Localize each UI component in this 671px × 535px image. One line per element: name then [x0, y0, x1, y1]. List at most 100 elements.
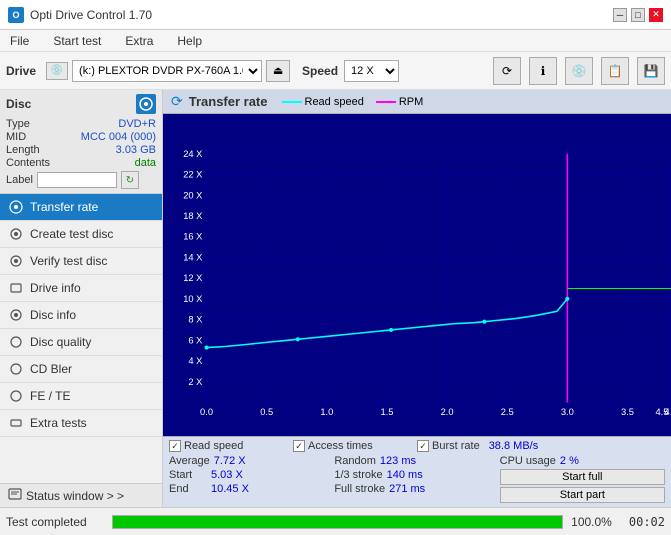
chart-header: ⟳ Transfer rate Read speed RPM	[163, 90, 671, 114]
read-speed-stat-label: Read speed	[184, 440, 243, 452]
sidebar-item-disc-quality[interactable]: Disc quality	[0, 329, 162, 356]
menu-start-test[interactable]: Start test	[49, 33, 105, 49]
action-btn-3[interactable]: 💿	[565, 57, 593, 85]
bottom-bar: Test completed 100.0% 00:02	[0, 507, 671, 535]
disc-row-mid: MID MCC 004 (000)	[6, 131, 156, 143]
drive-select[interactable]: (k:) PLEXTOR DVDR PX-760A 1.07	[72, 60, 262, 82]
action-btn-1[interactable]: ⟳	[493, 57, 521, 85]
stats-value-rows: Average 7.72 X Start 5.03 X End 10.45 X	[163, 453, 671, 505]
action-btn-2[interactable]: ℹ	[529, 57, 557, 85]
svg-text:4 X: 4 X	[188, 356, 203, 366]
main-content: Disc Type DVD+R MID MCC 004 (000) Length…	[0, 90, 671, 507]
svg-text:2.5: 2.5	[501, 407, 514, 417]
stats-checkbox-row: ✓ Read speed ✓ Access times ✓ Burst rate…	[163, 439, 671, 453]
sidebar-item-label-verify-test-disc: Verify test disc	[30, 254, 107, 268]
toolbar: Drive 💿 (k:) PLEXTOR DVDR PX-760A 1.07 ⏏…	[0, 52, 671, 90]
sidebar-item-cd-bler[interactable]: CD Bler	[0, 356, 162, 383]
burst-rate-stat-label: Burst rate	[432, 440, 480, 452]
avg-label: Average	[169, 455, 210, 467]
random-label: Random	[334, 455, 376, 467]
drive-icon: 💿	[46, 62, 68, 80]
maximize-button[interactable]: □	[631, 8, 645, 22]
sidebar-item-label-create-test-disc: Create test disc	[30, 227, 113, 241]
access-times-checkbox[interactable]: ✓	[293, 440, 305, 452]
label-refresh-button[interactable]: ↻	[121, 171, 139, 189]
svg-text:10 X: 10 X	[183, 294, 203, 304]
sidebar-item-verify-test-disc[interactable]: Verify test disc	[0, 248, 162, 275]
read-speed-stat-group: ✓ Read speed	[169, 440, 293, 452]
svg-text:0.5: 0.5	[260, 407, 273, 417]
sidebar-item-create-test-disc[interactable]: Create test disc	[0, 221, 162, 248]
stats-col-left: Average 7.72 X Start 5.03 X End 10.45 X	[169, 455, 334, 503]
action-btn-5[interactable]: 💾	[637, 57, 665, 85]
cpu-label: CPU usage	[500, 455, 556, 467]
cpu-val: 2 %	[560, 455, 579, 467]
menu-help[interactable]: Help	[173, 33, 206, 49]
chart-area: ⟳ Transfer rate Read speed RPM	[163, 90, 671, 507]
stat-random: Random 123 ms	[334, 455, 499, 467]
sidebar-nav: Transfer rate Create test disc Verify te…	[0, 194, 162, 483]
svg-text:4.5 GB: 4.5 GB	[655, 407, 671, 417]
time-display: 00:02	[620, 515, 665, 529]
sidebar-item-label-disc-info: Disc info	[30, 308, 76, 322]
sidebar-item-drive-info[interactable]: Drive info	[0, 275, 162, 302]
sidebar-item-label-fe-te: FE / TE	[30, 389, 70, 403]
stats-bar: ✓ Read speed ✓ Access times ✓ Burst rate…	[163, 436, 671, 507]
end-val: 10.45 X	[211, 483, 249, 495]
drive-label: Drive	[6, 64, 36, 78]
close-button[interactable]: ✕	[649, 8, 663, 22]
svg-text:6 X: 6 X	[188, 335, 203, 345]
action-btn-4[interactable]: 📋	[601, 57, 629, 85]
sidebar-item-label-cd-bler: CD Bler	[30, 362, 72, 376]
svg-text:1.0: 1.0	[320, 407, 333, 417]
legend-rpm-label: RPM	[399, 96, 423, 108]
start-val: 5.03 X	[211, 469, 243, 481]
disc-row-length: Length 3.03 GB	[6, 144, 156, 156]
stats-col-right: CPU usage 2 % Start full Start part	[500, 455, 665, 503]
fullstroke-val: 271 ms	[389, 483, 425, 495]
disc-row-type: Type DVD+R	[6, 118, 156, 130]
sidebar-item-extra-tests[interactable]: Extra tests	[0, 410, 162, 437]
label-input[interactable]	[37, 172, 117, 188]
sidebar-item-transfer-rate[interactable]: Transfer rate	[0, 194, 162, 221]
legend-read-speed-label: Read speed	[305, 96, 364, 108]
chart-svg: 24 X 22 X 20 X 18 X 16 X 14 X 12 X 10 X …	[163, 114, 671, 436]
sidebar: Disc Type DVD+R MID MCC 004 (000) Length…	[0, 90, 163, 507]
sidebar-item-fe-te[interactable]: FE / TE	[0, 383, 162, 410]
fullstroke-label: Full stroke	[334, 483, 385, 495]
start-part-button[interactable]: Start part	[500, 487, 665, 503]
disc-panel-title: Disc	[6, 97, 31, 111]
sidebar-item-disc-info[interactable]: Disc info	[0, 302, 162, 329]
speed-select[interactable]: Max1 X2 X4 X6 X8 X10 X12 X16 X20 X	[344, 60, 399, 82]
progress-percent: 100.0%	[569, 515, 614, 529]
start-full-button[interactable]: Start full	[500, 469, 665, 485]
disc-label-row: Label ↻	[6, 171, 156, 189]
svg-text:24 X: 24 X	[183, 149, 203, 159]
svg-text:22 X: 22 X	[183, 170, 203, 180]
menu-extra[interactable]: Extra	[121, 33, 157, 49]
status-window-icon	[8, 488, 22, 503]
chart-legend: Read speed RPM	[282, 96, 424, 108]
menu-file[interactable]: File	[6, 33, 33, 49]
transfer-rate-icon	[8, 199, 24, 215]
stat-start: Start 5.03 X	[169, 469, 334, 481]
disc-panel-icon	[136, 94, 156, 114]
eject-button[interactable]: ⏏	[266, 60, 290, 82]
burst-rate-val: 38.8 MB/s	[489, 440, 539, 452]
stat-cpu: CPU usage 2 %	[500, 455, 665, 467]
title-bar: O Opti Drive Control 1.70 ─ □ ✕	[0, 0, 671, 30]
read-speed-checkbox[interactable]: ✓	[169, 440, 181, 452]
minimize-button[interactable]: ─	[613, 8, 627, 22]
svg-text:8 X: 8 X	[188, 315, 203, 325]
burst-rate-checkbox[interactable]: ✓	[417, 440, 429, 452]
stroke13-val: 140 ms	[387, 469, 423, 481]
sidebar-item-label-transfer-rate: Transfer rate	[30, 200, 98, 214]
disc-info-icon	[8, 307, 24, 323]
chart-header-icon: ⟳	[171, 93, 183, 110]
app-title: Opti Drive Control 1.70	[30, 8, 152, 22]
stat-average: Average 7.72 X	[169, 455, 334, 467]
progress-bar-wrapper	[112, 515, 563, 529]
access-times-stat-group: ✓ Access times	[293, 440, 417, 452]
menu-bar: File Start test Extra Help	[0, 30, 671, 52]
status-window-button[interactable]: Status window > >	[0, 483, 162, 507]
